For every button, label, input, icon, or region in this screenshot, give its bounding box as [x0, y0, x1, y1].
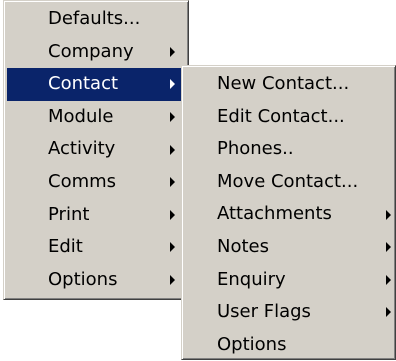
submenu-item-label: Move Contact...	[217, 170, 359, 192]
submenu-item-enquiry[interactable]: Enquiry	[185, 264, 392, 297]
menu-item-label: Company	[48, 40, 134, 62]
menu-item-label: Defaults...	[48, 8, 141, 29]
menu-item-module[interactable]: Module	[7, 101, 185, 134]
submenu-item-label: New Contact...	[217, 73, 350, 94]
submenu-item-user-flags[interactable]: User Flags	[185, 296, 392, 329]
submenu-item-label: User Flags	[217, 301, 311, 323]
submenu-arrow-icon	[170, 177, 175, 188]
submenu-arrow-icon	[170, 275, 175, 286]
menu-item-label: Comms	[48, 170, 117, 192]
menu-item-label: Module	[48, 105, 114, 127]
submenu-item-label: Notes	[217, 235, 269, 257]
submenu-arrow-icon	[386, 242, 391, 253]
submenu-arrow-icon	[386, 274, 391, 285]
submenu-item-attachments[interactable]: Attachments	[185, 198, 392, 231]
submenu-arrow-icon	[170, 209, 175, 220]
submenu-item-label: Attachments	[217, 203, 332, 225]
menu-item-label: Activity	[48, 138, 116, 160]
submenu-item-edit-contact[interactable]: Edit Contact...	[185, 101, 392, 134]
menu-item-label: Edit	[48, 236, 83, 258]
submenu-item-label: Phones..	[217, 138, 294, 160]
menu-item-contact[interactable]: Contact	[7, 68, 185, 101]
menu-item-options[interactable]: Options	[7, 264, 185, 297]
submenu-item-phones[interactable]: Phones..	[185, 133, 392, 166]
submenu-item-notes[interactable]: Notes	[185, 231, 392, 264]
menu-item-label: Contact	[48, 73, 119, 95]
menu-item-label: Options	[48, 268, 118, 290]
menu-item-defaults[interactable]: Defaults...	[7, 3, 185, 36]
main-context-menu: Defaults... Company Contact Module Activ…	[3, 0, 189, 300]
menu-item-edit[interactable]: Edit	[7, 231, 185, 264]
contact-submenu: New Contact... Edit Contact... Phones.. …	[181, 65, 396, 360]
submenu-item-new-contact[interactable]: New Contact...	[185, 68, 392, 101]
menu-item-comms[interactable]: Comms	[7, 166, 185, 199]
submenu-arrow-icon	[386, 307, 391, 318]
submenu-arrow-icon	[170, 79, 175, 90]
menu-item-label: Print	[48, 203, 90, 225]
submenu-item-move-contact[interactable]: Move Contact...	[185, 166, 392, 199]
submenu-arrow-icon	[386, 209, 391, 220]
submenu-item-options[interactable]: Options	[185, 329, 392, 361]
menu-item-activity[interactable]: Activity	[7, 133, 185, 166]
submenu-arrow-icon	[170, 112, 175, 123]
submenu-arrow-icon	[170, 144, 175, 155]
submenu-arrow-icon	[170, 46, 175, 57]
submenu-item-label: Enquiry	[217, 268, 286, 290]
submenu-item-label: Options	[217, 333, 287, 355]
submenu-arrow-icon	[170, 242, 175, 253]
menu-item-company[interactable]: Company	[7, 36, 185, 69]
submenu-item-label: Edit Contact...	[217, 105, 345, 127]
menu-item-print[interactable]: Print	[7, 199, 185, 232]
